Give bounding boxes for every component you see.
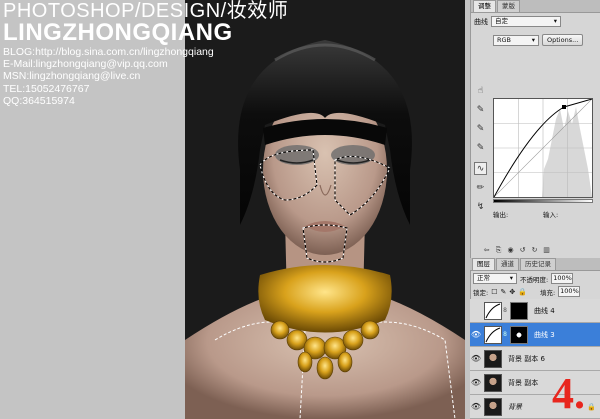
blend-mode-value: 正常: [477, 274, 490, 282]
contact-qq: QQ:364515974: [3, 94, 75, 107]
link-icon[interactable]: 8: [502, 331, 508, 338]
pencil-icon[interactable]: ✏: [474, 181, 487, 194]
curves-header-row: 曲线 自定 ▾: [471, 16, 600, 27]
curves-title: 曲线: [474, 17, 488, 26]
contact-blog: BLOG:http://blog.sina.com.cn/lingzhongqi…: [3, 46, 214, 58]
layer-thumbnail: [484, 349, 502, 368]
tab-masks[interactable]: 蒙版: [497, 0, 520, 12]
tab-history[interactable]: 历史记录: [520, 258, 556, 270]
eye-icon[interactable]: 👁: [470, 354, 482, 363]
layer-name: 曲线 3: [534, 330, 555, 339]
eyedropper-white-icon[interactable]: ✎: [474, 141, 487, 154]
lock-pixels-icon[interactable]: ✎: [500, 288, 506, 296]
channel-value: RGB: [497, 35, 512, 44]
contact-email: E-Mail:lingzhongqiang@vip.qq.com: [3, 58, 168, 71]
fill-field[interactable]: 100%: [558, 286, 581, 297]
channel-row: RGB ▾ Options...: [471, 34, 600, 46]
chevron-down-icon: ▾: [531, 35, 535, 44]
curves-adjustment-icon: [484, 301, 502, 320]
output-label: 输出:: [493, 211, 509, 219]
lock-position-icon[interactable]: ✥: [509, 288, 515, 296]
curves-adjustment-icon: [484, 325, 502, 344]
layer-thumbnail: [484, 373, 502, 392]
fill-label: 填充:: [539, 288, 556, 297]
input-label: 输入:: [543, 211, 559, 219]
contact-tel: TEL:15052476767: [3, 82, 90, 95]
hand-adjust-icon[interactable]: ☝: [474, 84, 487, 97]
layer-name: 背景: [508, 402, 522, 411]
layer-mask-thumbnail[interactable]: [510, 325, 528, 344]
step-number: 4.: [552, 369, 585, 418]
smooth-icon[interactable]: ↯: [474, 200, 487, 213]
trash-icon[interactable]: ▥: [542, 246, 551, 255]
blend-row: 正常 ▾ 不透明度: 100%: [470, 272, 600, 285]
layers-options: 正常 ▾ 不透明度: 100% 锁定: ☐ ✎ ✥ 🔒 填充: 100%: [470, 272, 600, 298]
tab-channels[interactable]: 通道: [496, 258, 519, 270]
eye-icon[interactable]: 👁: [470, 402, 482, 411]
visibility-icon[interactable]: ◉: [506, 246, 515, 255]
eyedropper-black-icon[interactable]: ✎: [474, 103, 487, 116]
preset-value: 自定: [495, 17, 508, 25]
layer-name: 背景 副本 6: [508, 354, 545, 363]
adjustments-tabbar: 调整 蒙版: [471, 0, 600, 13]
eye-icon[interactable]: 👁: [470, 330, 482, 339]
chevron-down-icon: ▾: [553, 17, 557, 25]
contact-msn: MSN:lingzhongqiang@live.cn: [3, 70, 141, 83]
opacity-field[interactable]: 100%: [551, 273, 574, 284]
channel-select[interactable]: RGB ▾: [493, 34, 539, 46]
layer-name: 背景 副本: [508, 378, 539, 387]
tab-layers[interactable]: 图层: [472, 258, 495, 270]
input-gradient-bar: [493, 199, 593, 203]
lock-row: 锁定: ☐ ✎ ✥ 🔒 填充: 100%: [470, 285, 600, 298]
options-button[interactable]: Options...: [542, 34, 584, 46]
layer-name: 曲线 4: [534, 306, 555, 315]
lock-all-icon[interactable]: 🔒: [518, 288, 527, 296]
lock-icon: 🔒: [587, 402, 596, 411]
eye-icon[interactable]: 👁: [470, 378, 482, 387]
watermark-contact: BLOG:http://blog.sina.com.cn/lingzhongqi…: [3, 46, 288, 107]
link-icon[interactable]: 8: [502, 307, 508, 314]
preset-select[interactable]: 自定 ▾: [491, 16, 561, 27]
chevron-down-icon: ▾: [509, 274, 513, 282]
tab-adjustments[interactable]: 调整: [473, 0, 496, 12]
blend-mode-select[interactable]: 正常 ▾: [473, 273, 517, 284]
layer-row[interactable]: 8 曲线 4: [470, 299, 600, 323]
layer-thumbnail: [484, 397, 502, 416]
lock-label: 锁定:: [473, 288, 489, 297]
layer-mask-thumbnail[interactable]: [510, 301, 528, 320]
opacity-label: 不透明度:: [520, 275, 549, 284]
lock-transparent-icon[interactable]: ☐: [491, 288, 497, 296]
clip-layer-icon[interactable]: ⎘: [494, 246, 503, 255]
reset-icon[interactable]: ↻: [530, 246, 539, 255]
curves-tools: ☝ ✎ ✎ ✎ ∿ ✏ ↯: [473, 84, 489, 219]
curves-chart: [494, 99, 592, 197]
layers-tabbar: 图层 通道 历史记录: [470, 258, 600, 271]
curves-graph[interactable]: [493, 98, 593, 198]
layer-row[interactable]: 👁 背景 副本 6: [470, 347, 600, 371]
view-previous-icon[interactable]: ↺: [518, 246, 527, 255]
eyedropper-gray-icon[interactable]: ✎: [474, 122, 487, 135]
layer-row-selected[interactable]: 👁 8 曲线 3: [470, 323, 600, 347]
adjustments-footer: ⇦ ⎘ ◉ ↺ ↻ ▥: [472, 244, 598, 256]
watermark-author: LINGZHONGQIANG: [3, 19, 233, 46]
back-arrow-icon[interactable]: ⇦: [482, 246, 491, 255]
curve-point-icon[interactable]: ∿: [474, 162, 487, 175]
watermark-text-block: PHOTOSHOP/DESIGN/妆效师 LINGZHONGQIANG BLOG…: [3, 0, 288, 107]
